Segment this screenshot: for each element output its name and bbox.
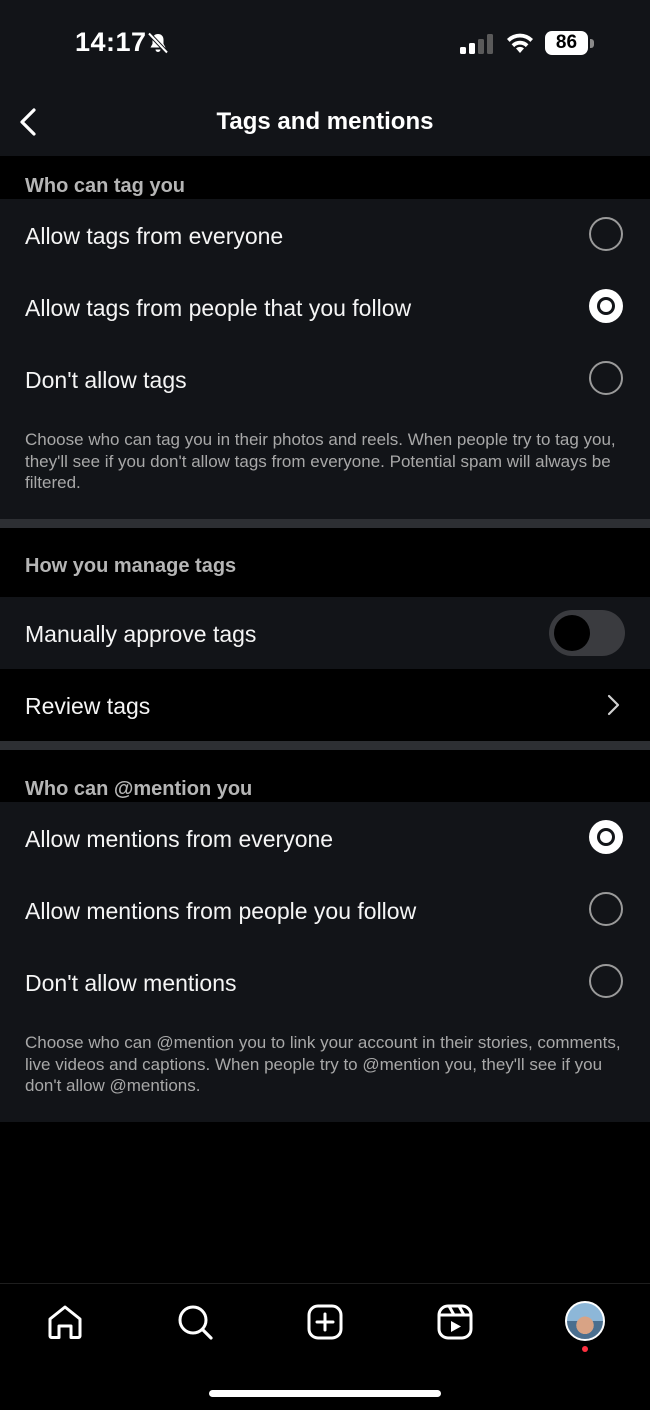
radio-button[interactable] [589, 361, 623, 395]
nav-header: Tags and mentions [0, 90, 650, 156]
section-divider [0, 741, 650, 750]
manually-approve-toggle[interactable] [549, 610, 625, 656]
bottom-tab-bar [0, 1283, 650, 1410]
option-label: Allow tags from people that you follow [25, 295, 412, 321]
radio-button-selected[interactable] [589, 289, 623, 323]
section-header-manage: How you manage tags [0, 528, 650, 597]
option-label: Allow tags from everyone [25, 223, 284, 249]
home-indicator [209, 1390, 441, 1397]
section-title: Who can @mention you [25, 778, 253, 800]
wifi-icon [507, 33, 533, 53]
chevron-right-icon [607, 694, 620, 716]
option-label: Allow mentions from people you follow [25, 898, 417, 924]
home-icon[interactable] [45, 1302, 85, 1342]
toggle-knob [554, 615, 590, 651]
option-allow-mentions-following[interactable]: Allow mentions from people you follow [0, 874, 650, 946]
option-label: Allow mentions from everyone [25, 826, 334, 852]
section-divider [0, 519, 650, 528]
option-dont-allow-mentions[interactable]: Don't allow mentions [0, 946, 650, 1018]
option-allow-tags-everyone[interactable]: Allow tags from everyone [0, 199, 650, 271]
page-title: Tags and mentions [216, 108, 434, 135]
option-label: Don't allow mentions [25, 970, 237, 996]
review-tags-label: Review tags [25, 693, 151, 719]
status-time: 14:17 [75, 27, 147, 57]
tags-description-block: Choose who can tag you in their photos a… [0, 415, 650, 519]
radio-button[interactable] [589, 892, 623, 926]
section-title: How you manage tags [25, 555, 237, 577]
create-post-icon[interactable] [305, 1302, 345, 1342]
option-dont-allow-tags[interactable]: Don't allow tags [0, 343, 650, 415]
reels-icon[interactable] [435, 1302, 475, 1342]
cellular-signal-icon [460, 34, 493, 54]
section-title: Who can tag you [25, 175, 185, 197]
search-icon[interactable] [175, 1302, 215, 1342]
manually-approve-row: Manually approve tags [0, 597, 650, 669]
status-bar: 14:17 86 [0, 0, 650, 90]
radio-button[interactable] [589, 964, 623, 998]
manually-approve-label: Manually approve tags [25, 621, 257, 647]
profile-avatar[interactable] [565, 1301, 605, 1341]
radio-button[interactable] [589, 217, 623, 251]
mentions-description: Choose who can @mention you to link your… [25, 1033, 621, 1095]
notification-dot [582, 1346, 588, 1352]
bell-off-icon [147, 32, 169, 54]
mentions-description-block: Choose who can @mention you to link your… [0, 1018, 650, 1122]
section-header-tags: Who can tag you [0, 156, 650, 199]
option-allow-tags-following[interactable]: Allow tags from people that you follow [0, 271, 650, 343]
battery-icon: 86 [545, 31, 595, 57]
radio-button-selected[interactable] [589, 820, 623, 854]
section-header-mentions: Who can @mention you [0, 750, 650, 802]
option-label: Don't allow tags [25, 367, 187, 393]
option-allow-mentions-everyone[interactable]: Allow mentions from everyone [0, 802, 650, 874]
review-tags-row[interactable]: Review tags [0, 669, 650, 741]
battery-level: 86 [555, 32, 578, 53]
tags-description: Choose who can tag you in their photos a… [25, 430, 616, 492]
